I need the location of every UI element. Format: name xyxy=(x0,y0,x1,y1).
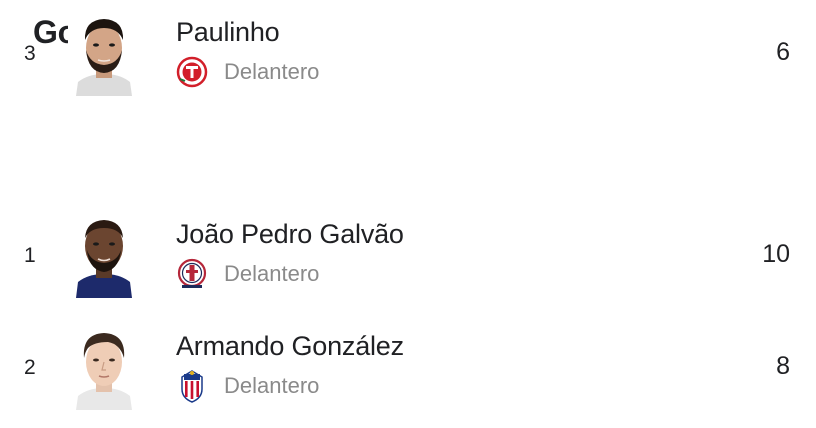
player-position: Delantero xyxy=(224,373,320,398)
scorer-row[interactable]: 1 João Pedro Galvão Delantero 10 xyxy=(0,202,816,310)
rank-number: 2 xyxy=(24,356,36,379)
player-position: Delantero xyxy=(224,261,320,286)
scorer-row[interactable]: 2 Armando González Delantero 8 xyxy=(0,314,816,422)
player-name[interactable]: Paulinho xyxy=(176,17,280,48)
player-photo xyxy=(68,324,140,410)
atletico-san-luis-crest-icon xyxy=(176,257,208,291)
player-name[interactable]: João Pedro Galvão xyxy=(176,219,404,250)
top-scorers-panel: Goles 1 João Pedr xyxy=(0,0,816,428)
player-photo xyxy=(68,10,140,96)
player-name[interactable]: Armando González xyxy=(176,331,404,362)
player-photo xyxy=(68,212,140,298)
player-position: Delantero xyxy=(224,59,320,84)
chivas-guadalajara-crest-icon xyxy=(176,369,208,403)
toluca-crest-icon xyxy=(176,55,208,89)
rank-number: 3 xyxy=(24,42,36,65)
scorer-row[interactable]: 3 Paulinho Delantero 6 xyxy=(0,0,816,108)
rank-number: 1 xyxy=(24,244,36,267)
goals-count: 8 xyxy=(776,352,790,380)
goals-count: 10 xyxy=(762,240,790,268)
goals-count: 6 xyxy=(776,38,790,66)
